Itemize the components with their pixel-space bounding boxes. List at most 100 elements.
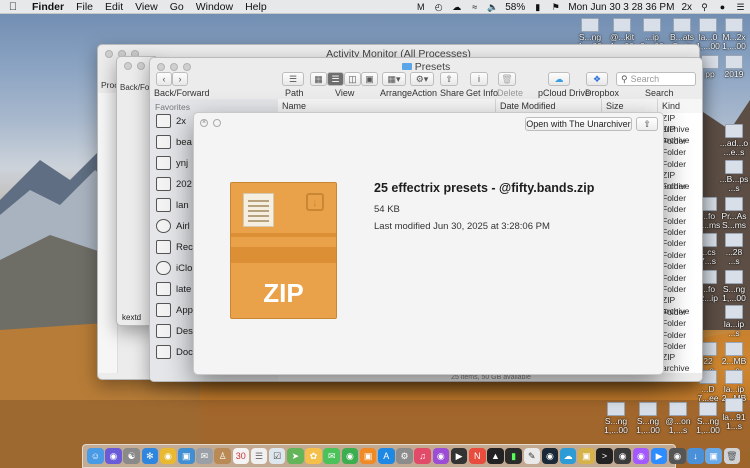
sidebar-item-folder[interactable]: lan (156, 196, 189, 214)
desktop-icon[interactable]: ...B...ps ...s (718, 160, 750, 193)
tv-icon[interactable]: ▶ (450, 447, 468, 465)
facetime-icon[interactable]: ◉ (341, 447, 359, 465)
zoom-icon[interactable]: ▶ (650, 447, 668, 465)
list-item[interactable]: Folder (660, 227, 702, 238)
list-item[interactable]: Folder (660, 307, 702, 318)
notes-icon[interactable]: ☰ (250, 447, 268, 465)
obs-icon[interactable]: ◉ (614, 447, 632, 465)
preview-icon[interactable]: ▣ (177, 447, 195, 465)
safari-icon[interactable]: ✻ (141, 447, 159, 465)
pcloud-button[interactable]: ☁ (548, 72, 570, 86)
activity-monitor-icon[interactable]: ▮ (505, 447, 522, 465)
pcloud-icon[interactable]: ☁ (559, 447, 577, 465)
back-button[interactable]: ‹ (156, 72, 172, 86)
list-item[interactable]: Folder (660, 181, 702, 192)
volume-icon[interactable]: 🔈 (487, 2, 498, 13)
messages-icon[interactable]: ✉ (323, 447, 341, 465)
app-store-icon[interactable]: A (378, 447, 395, 465)
list-item[interactable]: Folder (660, 330, 702, 341)
time-machine-icon[interactable]: ◴ (433, 2, 444, 13)
news-icon[interactable]: N (468, 447, 486, 465)
music-icon[interactable]: ♫ (414, 447, 431, 465)
quicklook-panel[interactable]: × Open with The Unarchiver ⇧ ↓ ZIP 25 ef… (193, 112, 664, 375)
desktop-icon[interactable]: la...ip ...s (718, 305, 750, 338)
reminders-icon[interactable]: ☑ (268, 447, 286, 465)
arrange-button[interactable]: ▦▾ (382, 72, 406, 86)
sidebar-item-folder[interactable]: ynj (156, 154, 188, 172)
sidebar-item-recents[interactable]: Rec (156, 238, 193, 256)
close-icon[interactable] (124, 62, 132, 70)
column-date[interactable]: Date Modified (496, 99, 602, 113)
list-item[interactable]: Folder (660, 250, 702, 261)
desktop-icon[interactable]: Pr...As S...ms (718, 197, 750, 230)
list-item[interactable]: ZIP archive (660, 113, 702, 134)
forward-button[interactable]: › (172, 72, 188, 86)
mail-icon[interactable]: ✉ (196, 447, 213, 465)
apple-menu-icon[interactable]:  (0, 1, 26, 13)
downloads-icon[interactable]: ↓ (687, 447, 704, 465)
list-item[interactable]: ZIP archive (660, 352, 702, 373)
share-button[interactable]: ⇧ (440, 72, 458, 86)
list-item[interactable]: Folder (660, 147, 702, 158)
figma-icon[interactable]: ◉ (632, 447, 650, 465)
menu-window[interactable]: Window (190, 1, 239, 13)
column-view-button[interactable]: ◫ (344, 72, 361, 86)
user-icon[interactable]: ● (717, 2, 728, 13)
menu-view[interactable]: View (129, 1, 164, 13)
list-item[interactable]: Folder (660, 216, 702, 227)
textedit-icon[interactable]: ✎ (523, 447, 541, 465)
delete-button[interactable]: 🗑 (498, 72, 516, 86)
gallery-view-button[interactable]: ▣ (361, 72, 378, 86)
podcasts-icon[interactable]: ◉ (432, 447, 450, 465)
system-preferences-icon[interactable]: ⚙ (396, 447, 413, 465)
list-item[interactable]: Folder (660, 284, 702, 295)
list-view-button[interactable]: ☰ (327, 72, 344, 86)
action-button[interactable]: ⚙▾ (410, 72, 434, 86)
sidebar-item-2x[interactable]: 2x (156, 112, 186, 130)
calendar-icon[interactable]: 30 (232, 447, 250, 465)
list-item[interactable]: ZIP archive (660, 124, 702, 145)
sidebar-item-folder[interactable]: bea (156, 133, 192, 151)
maps-icon[interactable]: ➤ (287, 447, 304, 465)
desktop-icon[interactable]: S...ng1,...00 (718, 270, 750, 303)
minimize-icon[interactable] (137, 62, 145, 70)
launchpad-icon[interactable]: ☯ (123, 447, 140, 465)
wifi-icon[interactable]: ≈ (469, 2, 480, 13)
list-item[interactable]: ZIP archive (660, 170, 702, 191)
photos-icon[interactable]: ✿ (305, 447, 322, 465)
search-field[interactable]: ⚲ Search (616, 72, 696, 86)
desktop-icon[interactable]: @...on 1,...s (662, 402, 694, 435)
list-item[interactable]: Folder (660, 273, 702, 284)
list-item[interactable]: Folder (660, 238, 702, 249)
column-name[interactable]: Name (278, 99, 496, 113)
dropbox-button[interactable]: ❖ (586, 72, 608, 86)
icon-view-button[interactable]: ▦ (310, 72, 327, 86)
sidebar-item-applications[interactable]: App (156, 301, 193, 319)
desktop-icon[interactable]: 2019 (718, 55, 750, 79)
list-item[interactable]: Folder (660, 318, 702, 329)
menu-file[interactable]: File (70, 1, 99, 13)
fullscreen-icon[interactable] (213, 119, 221, 127)
open-with-unarchiver-button[interactable]: Open with The Unarchiver (525, 117, 632, 131)
sidebar-item-folder[interactable]: 202 (156, 175, 192, 193)
menu-go[interactable]: Go (164, 1, 190, 13)
desktop-icon[interactable]: ...ad...o ...e..s (718, 124, 750, 157)
search-icon[interactable]: ⚲ (699, 2, 710, 13)
steam-icon[interactable]: ◉ (541, 447, 559, 465)
camera-icon[interactable]: ◉ (669, 447, 686, 465)
mail-icon[interactable]: M (415, 2, 426, 13)
close-icon[interactable]: × (200, 119, 208, 127)
list-item[interactable]: Folder (660, 193, 702, 204)
desktop-icon[interactable]: ...28 ...s (718, 233, 750, 266)
books-icon[interactable]: ▣ (359, 447, 377, 465)
terminal-icon[interactable]: > (596, 447, 613, 465)
list-item[interactable]: ZIP archive (660, 295, 702, 316)
menu-clock[interactable]: Mon Jun 30 3 28 36 PM (568, 2, 674, 13)
list-item[interactable]: Folder (660, 159, 702, 170)
battery-icon[interactable]: ▮ (532, 2, 543, 13)
trash-icon[interactable]: 🗑 (723, 447, 741, 465)
cloud-icon[interactable]: ☁ (451, 2, 462, 13)
sidebar-item-icloud[interactable]: iClo (156, 259, 192, 277)
chrome-icon[interactable]: ◉ (159, 447, 177, 465)
desktop-icon[interactable]: S...ng1,...00 (692, 402, 724, 435)
